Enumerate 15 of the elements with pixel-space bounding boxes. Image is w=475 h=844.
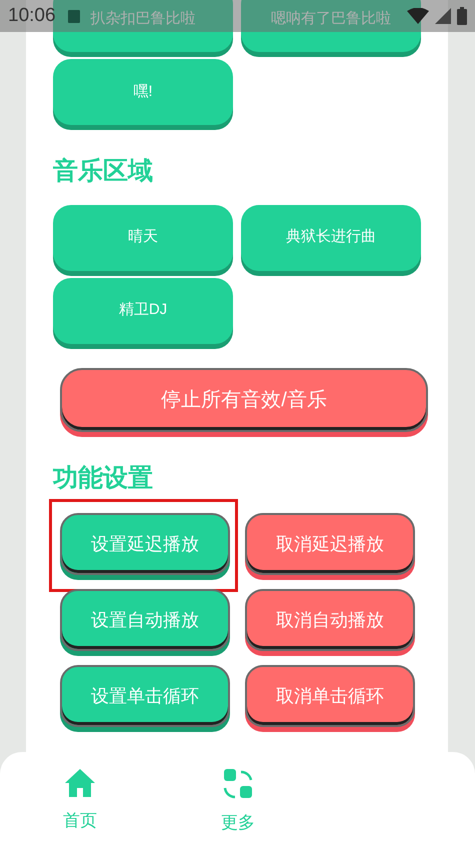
grid-refresh-icon	[223, 768, 253, 800]
battery-icon	[457, 7, 467, 25]
signal-icon	[435, 8, 451, 24]
sound-button[interactable]: 嘿!	[53, 59, 233, 125]
sound-button[interactable]: 嗯呐有了巴鲁比啦	[241, 0, 421, 52]
home-icon	[64, 768, 96, 798]
sound-button[interactable]: 典狱长进行曲	[241, 204, 421, 270]
sound-button[interactable]: 扒杂扣巴鲁比啦	[53, 0, 233, 52]
sound-button[interactable]: 晴天	[53, 204, 233, 270]
section-title: 功能设置	[53, 462, 154, 494]
section-title: 音乐区域	[53, 156, 154, 187]
nav-tab[interactable]: 更多	[208, 768, 268, 836]
nav-tab[interactable]: 首页	[50, 768, 110, 834]
sound-button[interactable]: 精卫DJ	[53, 278, 233, 344]
wifi-icon	[407, 8, 429, 24]
